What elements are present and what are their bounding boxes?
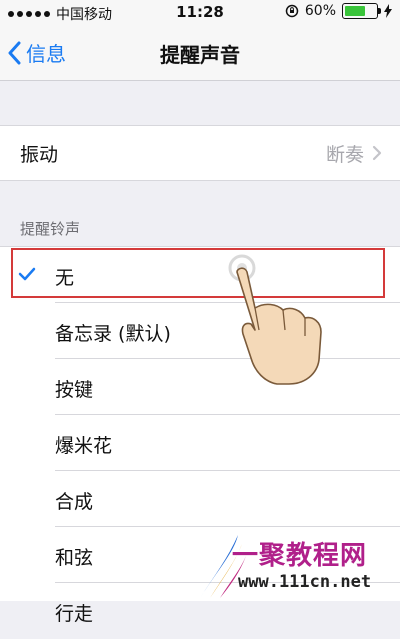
charging-icon bbox=[384, 4, 392, 18]
tone-label: 按键 bbox=[55, 379, 94, 401]
vibration-label: 振动 bbox=[20, 144, 59, 166]
vibration-row[interactable]: 振动 断奏 bbox=[0, 125, 400, 181]
tone-item-keys[interactable]: 按键 bbox=[0, 359, 400, 415]
tone-label: 行走 bbox=[55, 603, 94, 625]
tone-label: 备忘录 (默认) bbox=[55, 323, 171, 345]
tone-label: 爆米花 bbox=[55, 435, 113, 457]
page-title: 提醒声音 bbox=[160, 43, 240, 67]
navigation-bar: 信息 提醒声音 bbox=[0, 26, 400, 81]
tone-item-memo[interactable]: 备忘录 (默认) bbox=[0, 303, 400, 359]
section-header: 提醒铃声 bbox=[20, 220, 81, 238]
watermark-url: www.111cn.net bbox=[238, 572, 372, 592]
tone-label: 合成 bbox=[55, 491, 94, 513]
tone-item-synth[interactable]: 合成 bbox=[0, 471, 400, 527]
watermark-name: 一聚教程网 bbox=[232, 541, 368, 571]
vibration-value: 断奏 bbox=[325, 144, 364, 166]
chevron-right-icon bbox=[372, 145, 382, 161]
status-bar: 中国移动 11:28 60% bbox=[0, 0, 400, 26]
battery-percent: 60% bbox=[304, 3, 336, 19]
tone-item-popcorn[interactable]: 爆米花 bbox=[0, 415, 400, 471]
tone-label: 和弦 bbox=[55, 547, 94, 569]
tap-hand-icon bbox=[228, 254, 322, 385]
rotation-lock-icon bbox=[285, 4, 299, 18]
battery-icon bbox=[342, 3, 381, 19]
status-right: 60% bbox=[285, 3, 392, 19]
